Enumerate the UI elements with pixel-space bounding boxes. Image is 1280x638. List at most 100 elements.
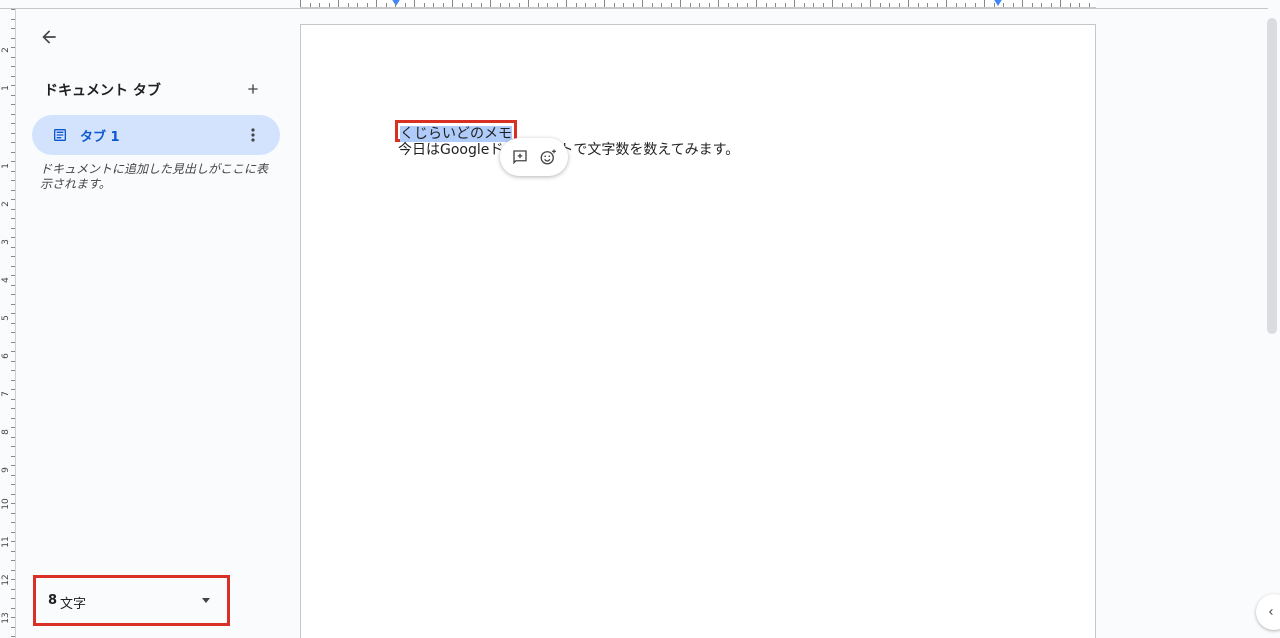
ruler-tick [927,3,928,7]
ruler-tick [11,95,15,96]
ruler-tick [11,304,15,305]
ruler-tick [918,3,919,7]
ruler-tick [11,171,15,172]
ruler-tick [11,228,15,229]
document-title-text[interactable]: くじらいどのメモ [400,126,512,142]
ruler-tick [11,351,15,352]
ruler-tick [11,370,15,371]
ruler-tick [642,0,643,7]
ruler-tick [11,380,15,381]
more-vert-icon[interactable] [246,125,260,145]
document-body-text[interactable]: 今日はGoogleドキュメントで文字数を数えてみます。 [398,141,739,159]
document-page[interactable]: くじらいどのメモ 今日はGoogleドキュメントで文字数を数えてみます。 [300,24,1096,638]
vertical-ruler[interactable]: 2 1 1 2 3 4 5 6 7 8 9 10 11 12 13 [0,9,16,638]
ruler-tick [861,3,862,7]
ruler-tick [11,152,15,153]
ruler-tick [319,3,320,7]
ruler-tick [11,28,15,29]
ruler-tick [11,389,15,390]
ruler-tick [11,541,15,542]
add-tab-button[interactable] [242,78,264,100]
ruler-tick [737,3,738,7]
ruler-tick [11,484,15,485]
ruler-tick [1003,3,1004,7]
ruler-tick [595,3,596,7]
ruler-tick [11,408,15,409]
ruler-tick [509,3,510,7]
ruler-tick [11,589,15,590]
ruler-number: 8 [1,429,11,435]
floating-action-bar [500,138,568,176]
ruler-tick [690,3,691,7]
ruler-tick [576,3,577,7]
ruler-tick [528,0,529,7]
ruler-tick [300,0,301,7]
ruler-tick [680,0,681,7]
ruler-tick [899,3,900,7]
ruler-tick [310,3,311,7]
horizontal-ruler[interactable] [300,0,1096,8]
word-count-dropdown[interactable]: 8 文字 [33,575,230,626]
add-comment-button[interactable] [508,145,532,169]
add-comment-icon [513,150,527,165]
ruler-tick [11,104,15,105]
ruler-tick [11,237,15,238]
ruler-tick [11,427,15,428]
tab-item-1[interactable]: タブ 1 [32,115,280,155]
ruler-tick [775,3,776,7]
ruler-tick [11,636,15,637]
ruler-tick [11,494,15,495]
ruler-number: 4 [1,277,11,283]
ruler-number: 1 [1,85,11,91]
collapse-side-panel-button[interactable] [1256,594,1280,630]
ruler-tick [984,0,985,7]
ruler-tick [709,3,710,7]
ruler-tick [11,57,15,58]
ruler-tick [11,19,15,20]
ruler-number: 1 [1,163,11,169]
outline-hint: ドキュメントに追加した見出しがここに表示されます。 [40,162,269,191]
ruler-tick [11,133,15,134]
ruler-tick [699,3,700,7]
chevron-left-icon [1269,609,1273,615]
ruler-tick [604,0,605,7]
ruler-tick [11,9,15,10]
ruler-tick [376,0,377,7]
ruler-number: 13 [1,612,11,624]
ruler-tick [414,0,415,7]
ruler-tick [975,3,976,7]
ruler-tick [1089,3,1090,7]
ruler-tick [11,446,15,447]
ruler-number: 11 [1,536,11,548]
ruler-tick [11,218,15,219]
ruler-tick [11,503,15,504]
ruler-tick [766,3,767,7]
ruler-tick [500,3,501,7]
ruler-tick [728,3,729,7]
document-tabs-header: ドキュメント タブ [44,83,161,99]
ruler-tick [870,0,871,7]
ruler-tick [11,142,15,143]
ruler-tick [813,3,814,7]
vertical-scrollbar[interactable] [1267,18,1277,334]
ruler-tick [386,3,387,7]
ruler-tick [11,465,15,466]
left-indent-marker[interactable] [391,0,401,6]
ruler-tick [329,3,330,7]
ruler-number: 5 [1,315,11,321]
emoji-reaction-button[interactable] [536,145,560,169]
back-button[interactable] [34,22,64,52]
ruler-tick [11,608,15,609]
ruler-tick [11,342,15,343]
ruler-tick [11,294,15,295]
ruler-tick [395,3,396,7]
ruler-tick [424,3,425,7]
ruler-tick [823,3,824,7]
ruler-tick [357,3,358,7]
ruler-tick [747,3,748,7]
word-count-value: 8 [48,593,58,608]
ruler-tick [11,332,15,333]
selected-title-highlight: くじらいどのメモ [395,120,517,142]
ruler-number: 9 [1,467,11,473]
ruler-number: 2 [1,47,11,53]
